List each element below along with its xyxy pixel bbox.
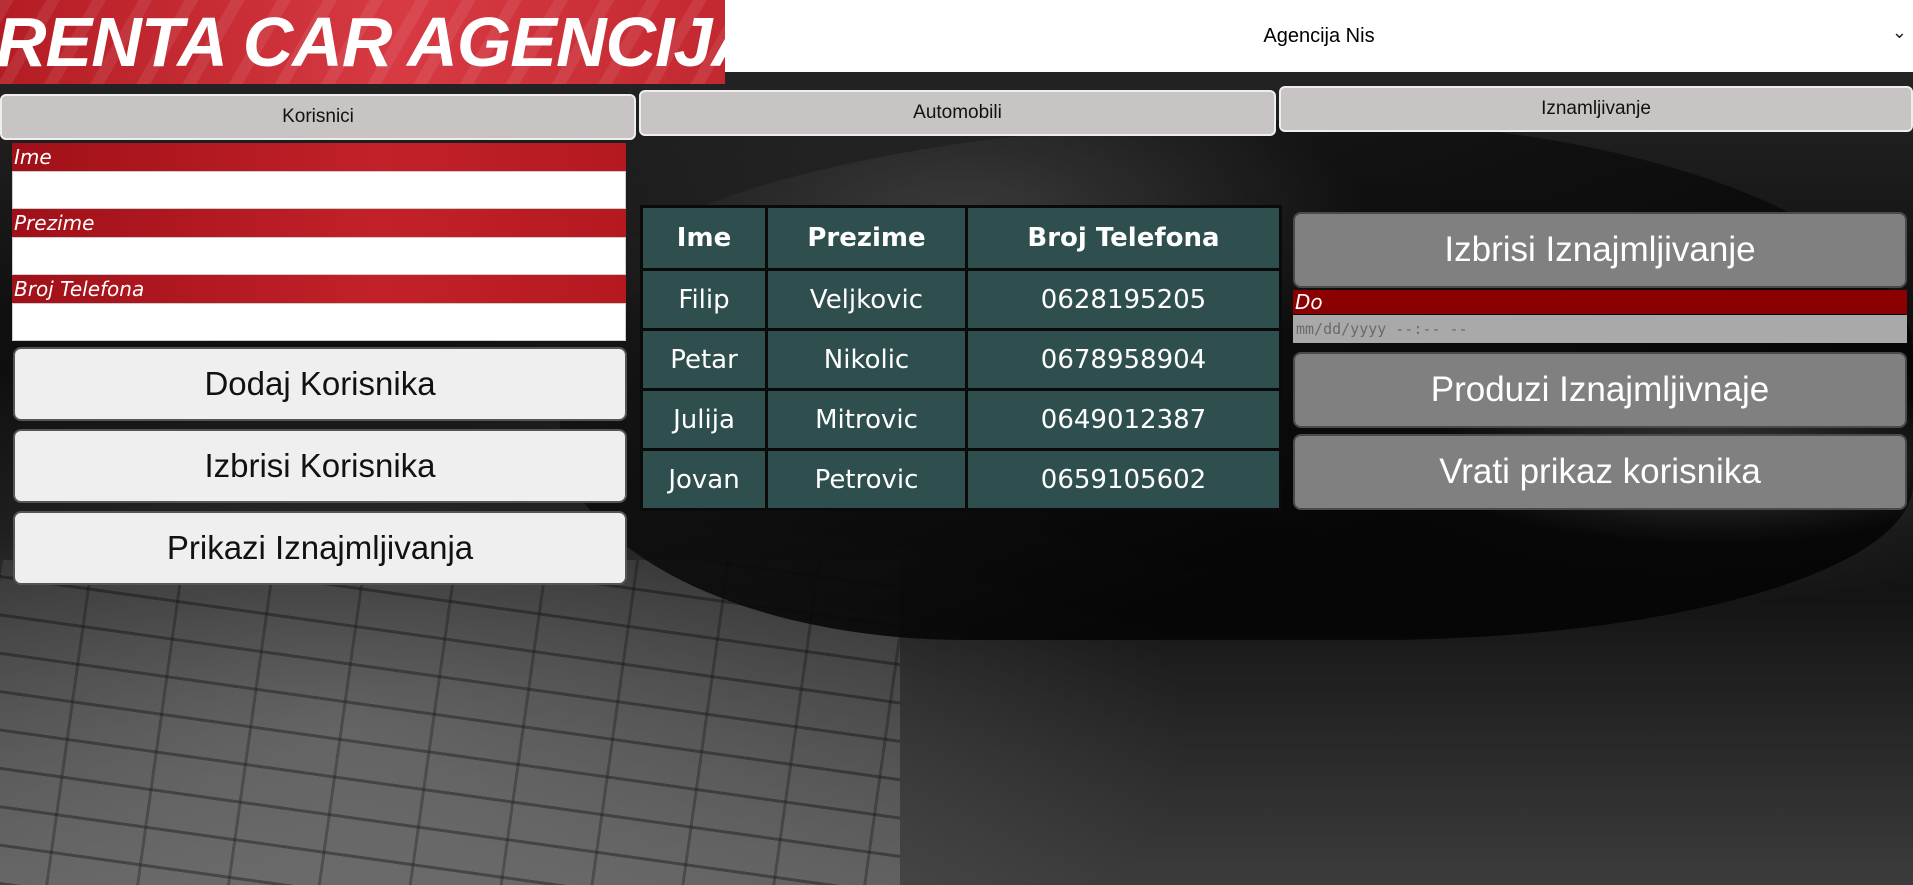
logo-text: RENTA CAR AGENCIJA: [0, 3, 725, 81]
produzi-iznajmljivanje-button[interactable]: Produzi Iznajmljivnaje: [1293, 352, 1907, 428]
tab-automobili-label: Automobili: [913, 102, 1002, 123]
agency-select-value: Agencija Nis: [1263, 24, 1375, 47]
chevron-down-icon: ⌄: [1891, 22, 1907, 42]
column-header-prezime: Prezime: [765, 205, 968, 271]
table-row[interactable]: Petar Nikolic 0678958904: [640, 328, 1282, 391]
table-row[interactable]: Filip Veljkovic 0628195205: [640, 268, 1282, 331]
table-row[interactable]: Julija Mitrovic 0649012387: [640, 388, 1282, 451]
logo-banner: RENTA CAR AGENCIJA: [0, 0, 725, 84]
do-datetime-input[interactable]: mm/dd/yyyy --:-- --: [1293, 315, 1907, 343]
ime-label: Ime: [12, 143, 626, 171]
ime-input[interactable]: [12, 171, 626, 209]
izbrisi-iznajmljivanje-button[interactable]: Izbrisi Iznajmljivanje: [1293, 212, 1907, 288]
prikazi-iznajmljivanja-button[interactable]: Prikazi Iznajmljivanja: [13, 511, 627, 585]
izbrisi-korisnika-button[interactable]: Izbrisi Korisnika: [13, 429, 627, 503]
prezime-input[interactable]: [12, 237, 626, 275]
cell-broj-telefona: 0659105602: [965, 448, 1282, 511]
cell-broj-telefona: 0628195205: [965, 268, 1282, 331]
cell-ime: Jovan: [640, 448, 768, 511]
broj-telefona-label: Broj Telefona: [12, 275, 626, 303]
cell-prezime: Veljkovic: [765, 268, 968, 331]
users-table: Ime Prezime Broj Telefona Filip Veljkovi…: [640, 205, 1282, 511]
tab-automobili[interactable]: Automobili: [639, 90, 1276, 136]
vrati-prikaz-korisnika-button[interactable]: Vrati prikaz korisnika: [1293, 434, 1907, 510]
dodaj-korisnika-button[interactable]: Dodaj Korisnika: [13, 347, 627, 421]
tab-iznamljivanje[interactable]: Iznamljivanje: [1279, 86, 1913, 132]
cell-prezime: Nikolic: [765, 328, 968, 391]
cell-ime: Petar: [640, 328, 768, 391]
cell-ime: Julija: [640, 388, 768, 451]
tab-korisnici[interactable]: Korisnici: [0, 94, 636, 140]
cell-ime: Filip: [640, 268, 768, 331]
do-label: Do: [1293, 290, 1907, 314]
table-header-row: Ime Prezime Broj Telefona: [640, 205, 1282, 271]
table-row[interactable]: Jovan Petrovic 0659105602: [640, 448, 1282, 511]
cell-prezime: Mitrovic: [765, 388, 968, 451]
broj-telefona-input[interactable]: [12, 303, 626, 341]
tab-korisnici-label: Korisnici: [282, 106, 354, 127]
tab-iznamljivanje-label: Iznamljivanje: [1541, 98, 1651, 119]
cell-broj-telefona: 0678958904: [965, 328, 1282, 391]
prezime-label: Prezime: [12, 209, 626, 237]
column-header-broj-telefona: Broj Telefona: [965, 205, 1282, 271]
agency-select[interactable]: Agencija Nis ⌄: [725, 0, 1913, 72]
cell-prezime: Petrovic: [765, 448, 968, 511]
column-header-ime: Ime: [640, 205, 768, 271]
cell-broj-telefona: 0649012387: [965, 388, 1282, 451]
